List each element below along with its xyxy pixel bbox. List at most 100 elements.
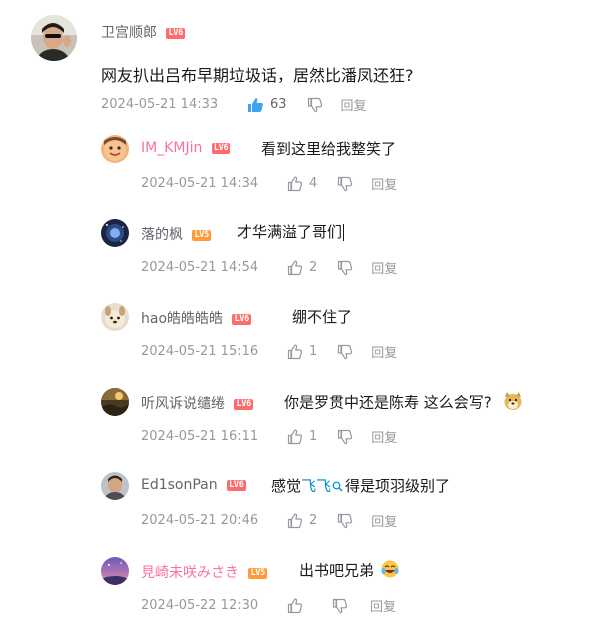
reply-text-wrap: 才华满溢了哥们 xyxy=(237,221,345,242)
thumbs-up-icon xyxy=(287,176,303,191)
reply-time: 2024-05-21 20:46 xyxy=(141,513,259,528)
reply-button[interactable]: 回复 xyxy=(371,342,397,361)
like-button[interactable]: 63 xyxy=(247,97,287,113)
reply-time: 2024-05-21 16:11 xyxy=(141,429,259,444)
reply-time: 2024-05-21 14:34 xyxy=(141,176,259,191)
thumbs-up-icon xyxy=(287,344,303,359)
username-text[interactable]: 落的枫 xyxy=(141,227,183,243)
like-button[interactable] xyxy=(287,598,303,614)
thumbs-down-icon xyxy=(307,97,322,112)
username-text[interactable]: Ed1sonPan xyxy=(141,477,218,493)
like-count: 1 xyxy=(309,344,318,359)
reply-meta: 2024-05-21 15:16 1 回复 xyxy=(141,342,397,361)
like-button[interactable]: 4 xyxy=(287,176,317,192)
search-link-text[interactable]: 飞飞 xyxy=(301,477,331,495)
main-username[interactable]: 卫宫顺郎 LV6 xyxy=(101,22,185,42)
reply-button[interactable]: 回复 xyxy=(370,596,396,615)
reply-text: 绷不住了 xyxy=(292,308,353,326)
reply-username[interactable]: Ed1sonPan LV6 xyxy=(141,477,246,493)
dislike-button[interactable] xyxy=(337,344,353,360)
like-button[interactable]: 1 xyxy=(287,429,317,445)
reply-button[interactable]: 回复 xyxy=(371,427,397,446)
search-link[interactable]: 飞飞 xyxy=(301,477,345,495)
reply-text: 才华满溢了哥们 xyxy=(237,223,343,241)
level-badge: LV6 xyxy=(166,27,185,39)
reply-avatar[interactable] xyxy=(101,219,129,247)
dislike-button[interactable] xyxy=(337,513,353,529)
dislike-button[interactable] xyxy=(332,598,348,614)
level-badge: LV6 xyxy=(234,398,253,410)
thumbs-up-filled-icon xyxy=(248,97,263,112)
like-button[interactable]: 1 xyxy=(287,344,317,360)
like-button[interactable]: 2 xyxy=(287,513,317,529)
level-badge: LV6 xyxy=(211,142,231,154)
level-badge: LV6 xyxy=(232,313,251,325)
reply-username[interactable]: IM_KMJin LV6 xyxy=(141,140,231,156)
username-text[interactable]: 卫宫顺郎 xyxy=(101,25,157,41)
like-button[interactable]: 2 xyxy=(287,260,317,276)
level-badge: LV5 xyxy=(192,229,211,241)
doge-emoji-icon xyxy=(503,391,523,415)
reply-avatar[interactable] xyxy=(101,135,129,163)
like-count: 4 xyxy=(309,176,318,191)
thumbs-down-icon xyxy=(338,176,353,191)
reply-button[interactable]: 回复 xyxy=(341,95,367,114)
level-badge: LV6 xyxy=(227,479,246,491)
reply-meta: 2024-05-21 14:34 4 回复 xyxy=(141,174,397,193)
main-meta: 2024-05-21 14:33 63 回复 xyxy=(101,95,367,114)
reply-avatar[interactable] xyxy=(101,557,129,585)
like-count: 2 xyxy=(309,513,318,528)
username-text[interactable]: IM_KMJin xyxy=(141,140,202,156)
reply-text: 你是罗贯中还是陈寿 这么会写? xyxy=(284,393,492,412)
reply-button[interactable]: 回复 xyxy=(371,174,397,193)
text-cursor xyxy=(343,224,345,241)
reply-button[interactable]: 回复 xyxy=(371,511,397,530)
reply-meta: 2024-05-21 14:54 2 回复 xyxy=(141,258,397,277)
main-avatar[interactable] xyxy=(31,15,77,61)
laugh-cry-emoji-icon xyxy=(380,559,400,583)
thumbs-up-icon xyxy=(287,429,303,444)
comment-time: 2024-05-21 14:33 xyxy=(101,97,219,112)
reply-text-wrap: 感觉飞飞 得是项羽级别了 xyxy=(271,475,450,496)
reply-text-post: 得是项羽级别了 xyxy=(345,477,451,495)
thumbs-down-icon xyxy=(338,513,353,528)
reply-time: 2024-05-22 12:30 xyxy=(141,598,259,613)
reply-meta: 2024-05-21 20:46 2 回复 xyxy=(141,511,397,530)
reply-time: 2024-05-21 14:54 xyxy=(141,260,259,275)
username-text[interactable]: 見崎未咲みさき xyxy=(141,565,239,581)
main-comment-text: 网友扒出吕布早期垃圾话，居然比潘凤还狂? xyxy=(101,66,414,85)
like-count: 1 xyxy=(309,429,318,444)
like-count: 2 xyxy=(309,260,318,275)
dislike-button[interactable] xyxy=(337,176,353,192)
thumbs-down-icon xyxy=(332,598,348,613)
reply-username[interactable]: hao皓皓皓皓 LV6 xyxy=(141,308,251,328)
reply-text-pre: 感觉 xyxy=(271,477,302,495)
reply-avatar[interactable] xyxy=(101,388,129,416)
dislike-button[interactable] xyxy=(337,429,353,445)
reply-avatar[interactable] xyxy=(101,472,129,500)
thumbs-down-icon xyxy=(338,260,353,275)
reply-text: 看到这里给我整笑了 xyxy=(261,140,397,158)
reply-meta: 2024-05-21 16:11 1 回复 xyxy=(141,427,397,446)
search-icon[interactable] xyxy=(332,481,343,492)
reply-text: 出书吧兄弟 xyxy=(299,561,375,580)
dislike-button[interactable] xyxy=(337,260,353,276)
reply-text-wrap: 出书吧兄弟 xyxy=(299,559,400,583)
thumbs-up-icon xyxy=(287,598,303,613)
dislike-button[interactable] xyxy=(307,97,323,113)
reply-text-wrap: 你是罗贯中还是陈寿 这么会写? xyxy=(284,391,523,415)
thumbs-up-icon xyxy=(287,513,303,528)
reply-time: 2024-05-21 15:16 xyxy=(141,344,259,359)
reply-avatar[interactable] xyxy=(101,303,129,331)
reply-meta: 2024-05-22 12:30 回复 xyxy=(141,596,396,615)
thumbs-down-icon xyxy=(338,344,353,359)
level-badge: LV5 xyxy=(248,567,267,579)
username-text[interactable]: 听风诉说缱绻 xyxy=(141,396,225,412)
thumbs-up-icon xyxy=(287,260,303,275)
username-text[interactable]: hao皓皓皓皓 xyxy=(141,311,223,327)
reply-username[interactable]: 落的枫 LV5 xyxy=(141,224,211,244)
like-count: 63 xyxy=(270,97,287,112)
reply-username[interactable]: 見崎未咲みさき LV5 xyxy=(141,562,267,582)
reply-button[interactable]: 回复 xyxy=(371,258,397,277)
reply-username[interactable]: 听风诉说缱绻 LV6 xyxy=(141,393,253,413)
